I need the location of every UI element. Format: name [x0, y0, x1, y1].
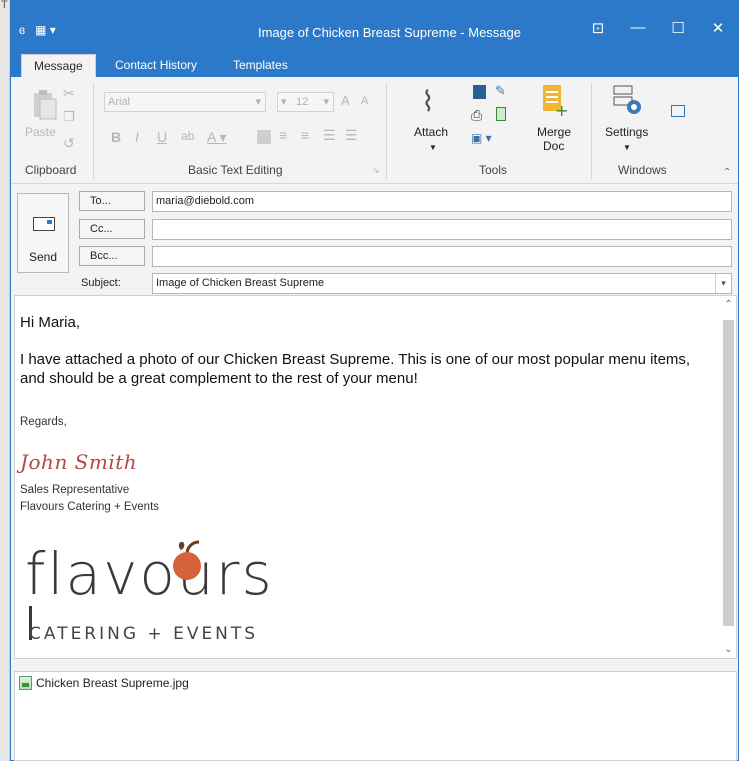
to-button[interactable]: To...	[79, 191, 145, 211]
attachment-name: Chicken Breast Supreme.jpg	[36, 676, 189, 690]
cc-field[interactable]	[152, 219, 732, 240]
font-size-select[interactable]: ▾ 12 ▾	[277, 92, 334, 112]
windows-group-label: Windows	[618, 163, 667, 177]
to-field[interactable]: maria@diebold.com	[152, 191, 732, 212]
settings-button[interactable]: Settings	[605, 125, 648, 139]
minimize-button[interactable]: —	[618, 19, 658, 37]
ribbon-separator	[93, 83, 94, 179]
body-paragraph: I have attached a photo of our Chicken B…	[20, 351, 691, 387]
logo-tagline: CATERING + EVENTS	[29, 624, 259, 644]
edit-icon[interactable]: ✎	[495, 83, 506, 99]
cut-icon[interactable]: ✂	[63, 85, 75, 102]
font-name-select[interactable]: Arial ▾	[104, 92, 266, 112]
basic-text-group-label: Basic Text Editing	[188, 163, 283, 177]
scroll-down-icon[interactable]: ⌄	[721, 644, 736, 655]
left-marker: T	[1, 0, 8, 11]
paste-button[interactable]: Paste	[25, 125, 56, 139]
ribbon-tabs: Message Contact History Templates	[11, 51, 738, 77]
paperclip-icon[interactable]: ⌇	[421, 85, 435, 118]
apple-icon	[173, 540, 201, 580]
message-window: ɞ ▦ ▾ Image of Chicken Breast Supreme - …	[10, 0, 739, 761]
attachment-item[interactable]: Chicken Breast Supreme.jpg	[19, 676, 189, 690]
format-painter-icon[interactable]: ↺	[63, 135, 75, 152]
bullets-icon[interactable]: ☰	[323, 127, 336, 144]
highlight-icon[interactable]: ab	[181, 129, 194, 143]
chevron-down-icon: ▼	[429, 143, 437, 152]
tab-contact-history[interactable]: Contact History	[103, 54, 209, 77]
bcc-field[interactable]	[152, 246, 732, 267]
shrink-font-icon[interactable]: A	[361, 95, 368, 107]
notes-icon[interactable]	[496, 107, 506, 121]
align-left-icon[interactable]	[257, 130, 271, 144]
bcc-button[interactable]: Bcc...	[79, 246, 145, 266]
subject-label: Subject:	[81, 277, 121, 289]
collapse-ribbon-icon[interactable]: ⌃	[723, 167, 731, 178]
send-label: Send	[28, 250, 58, 264]
underline-icon[interactable]: U	[157, 129, 167, 145]
ribbon-separator	[591, 83, 592, 179]
subject-value: Image of Chicken Breast Supreme	[156, 277, 325, 289]
align-center-icon[interactable]: ≡	[279, 127, 287, 143]
numbering-icon[interactable]: ☰	[345, 127, 358, 144]
chevron-icon: ▾	[281, 96, 287, 108]
copy-icon[interactable]: ❐	[63, 109, 75, 125]
merge-button-line2[interactable]: Doc	[543, 139, 564, 153]
align-right-icon[interactable]: ≡	[301, 127, 309, 143]
address-book-icon[interactable]	[473, 85, 486, 99]
logo-word: flavours	[25, 540, 274, 608]
tab-templates[interactable]: Templates	[221, 54, 300, 77]
signature-company: Flavours Catering + Events	[20, 501, 160, 513]
svg-text:+: +	[555, 101, 567, 117]
chevron-down-icon: ▾	[255, 96, 261, 108]
attach-button[interactable]: Attach	[414, 125, 448, 139]
ribbon-separator	[386, 83, 387, 179]
dialog-launcher-icon[interactable]: ↘	[372, 165, 380, 176]
send-button[interactable]: Send	[17, 193, 69, 273]
window-icon[interactable]	[671, 105, 685, 117]
close-button[interactable]: ✕	[698, 19, 738, 37]
merge-doc-icon[interactable]: +	[541, 83, 568, 120]
clipboard-group-label: Clipboard	[25, 163, 77, 177]
grow-font-icon[interactable]: A	[341, 93, 350, 108]
maximize-button[interactable]: ☐	[658, 19, 698, 37]
attachments-area: Chicken Breast Supreme.jpg	[14, 671, 737, 761]
print-icon[interactable]: ⎙	[471, 107, 482, 124]
tab-message[interactable]: Message	[21, 54, 96, 77]
ribbon: Paste ✂ ❐ ↺ Clipboard Arial ▾ ▾ 12 ▾ A A…	[11, 77, 738, 184]
font-name-value: Arial	[108, 96, 131, 108]
chevron-down-icon: ▼	[623, 143, 631, 152]
font-size-value: 12	[296, 96, 309, 108]
merge-button-line1[interactable]: Merge	[537, 125, 571, 139]
closing-text: Regards,	[20, 416, 67, 428]
signature-title: Sales Representative	[20, 484, 130, 496]
settings-icon[interactable]	[612, 83, 644, 117]
image-file-icon	[19, 676, 32, 690]
bold-icon[interactable]: B	[111, 129, 121, 145]
chevron-down-icon[interactable]: ▾	[715, 274, 731, 293]
left-strip: T	[0, 0, 10, 761]
paste-icon[interactable]	[31, 87, 59, 121]
insert-icon[interactable]: ▣ ▾	[471, 131, 492, 145]
signature-name: John Smith	[20, 450, 138, 474]
scroll-up-icon[interactable]: ⌃	[721, 299, 736, 310]
italic-icon[interactable]: I	[135, 129, 139, 145]
ribbon-display-icon[interactable]: ⊡	[578, 19, 618, 37]
message-body[interactable]: Hi Maria, I have attached a photo of our…	[14, 295, 737, 659]
body-scrollbar[interactable]: ⌃ ⌄	[721, 296, 736, 658]
font-color-icon[interactable]: A ▾	[207, 129, 226, 146]
chevron-down-icon: ▾	[323, 96, 329, 108]
greeting-text: Hi Maria,	[20, 314, 81, 331]
scroll-thumb[interactable]	[723, 320, 734, 626]
cc-button[interactable]: Cc...	[79, 219, 145, 239]
subject-field[interactable]: Image of Chicken Breast Supreme ▾	[152, 273, 732, 294]
envelope-icon	[33, 217, 55, 231]
title-bar: ɞ ▦ ▾ Image of Chicken Breast Supreme - …	[11, 1, 738, 51]
tools-group-label: Tools	[479, 163, 508, 177]
